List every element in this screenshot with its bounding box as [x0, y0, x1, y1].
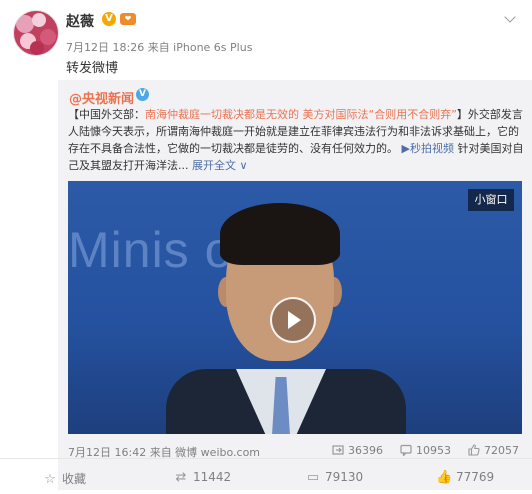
repost-button[interactable]: ⇄ 11442 [173, 470, 232, 485]
quoted-post[interactable]: @央视新闻 V 【中国外交部：南海仲裁庭一切裁决都是无效的 美方对国际法“合则用… [58, 80, 532, 490]
like-icon: 👍 [436, 470, 453, 485]
divider [0, 458, 532, 459]
verified-badge-icon: V [136, 88, 149, 101]
chevron-down-icon: ∨ [236, 159, 248, 172]
comment-count: 79130 [325, 470, 364, 484]
favorite-button[interactable]: ☆ 收藏 [42, 470, 86, 487]
video-player[interactable]: Minis of For 小窗口 [68, 181, 522, 434]
quoted-headline-link[interactable]: 南海仲裁庭一切裁决都是无效的 美方对国际法“合则用不合则弃” [145, 108, 457, 121]
verified-badge-icon: V [102, 12, 116, 26]
play-icon[interactable] [270, 297, 316, 343]
repost-count: 11442 [193, 470, 232, 484]
video-link[interactable]: ▶秒拍视频 [402, 142, 454, 155]
member-badge-icon: ❤ [120, 13, 136, 25]
like-button[interactable]: 👍 77769 [436, 470, 494, 485]
video-link-label: 秒拍视频 [409, 142, 454, 155]
post-meta: 7月12日 18:26 来自 iPhone 6s Plus [66, 41, 253, 54]
star-icon: ☆ [44, 472, 56, 487]
action-bar: ☆ 收藏 ⇄ 11442 ▭ 79130 👍 77769 [0, 466, 532, 494]
quoted-comment-count[interactable]: 10953 [400, 444, 451, 457]
comment-icon [400, 444, 412, 456]
quoted-comment-count-label: 10953 [416, 444, 451, 457]
comment-button[interactable]: ▭ 79130 [305, 470, 363, 485]
chevron-down-icon[interactable] [504, 11, 516, 23]
repost-icon: ⇄ [175, 470, 187, 485]
repost-icon [332, 445, 344, 455]
quoted-like-count[interactable]: 72057 [468, 444, 519, 457]
favorite-label: 收藏 [62, 472, 87, 486]
post-text: 转发微博 [66, 61, 119, 76]
person-hair [220, 203, 340, 265]
comment-icon: ▭ [306, 470, 320, 485]
like-icon [468, 444, 480, 456]
quoted-repost-count[interactable]: 36396 [332, 444, 383, 457]
username[interactable]: 赵薇 [66, 11, 94, 31]
like-count: 77769 [456, 470, 495, 484]
quoted-author[interactable]: @央视新闻 [69, 88, 134, 107]
avatar[interactable] [13, 10, 59, 56]
expand-link[interactable]: 展开全文 [192, 159, 236, 172]
mini-window-button[interactable]: 小窗口 [468, 189, 514, 211]
quoted-like-count-label: 72057 [484, 444, 519, 457]
quoted-body: 【中国外交部：南海仲裁庭一切裁决都是无效的 美方对国际法“合则用不合则弃”】外交… [68, 106, 524, 174]
quoted-body-pre: 【中国外交部： [68, 108, 145, 121]
quoted-repost-count-label: 36396 [348, 444, 383, 457]
